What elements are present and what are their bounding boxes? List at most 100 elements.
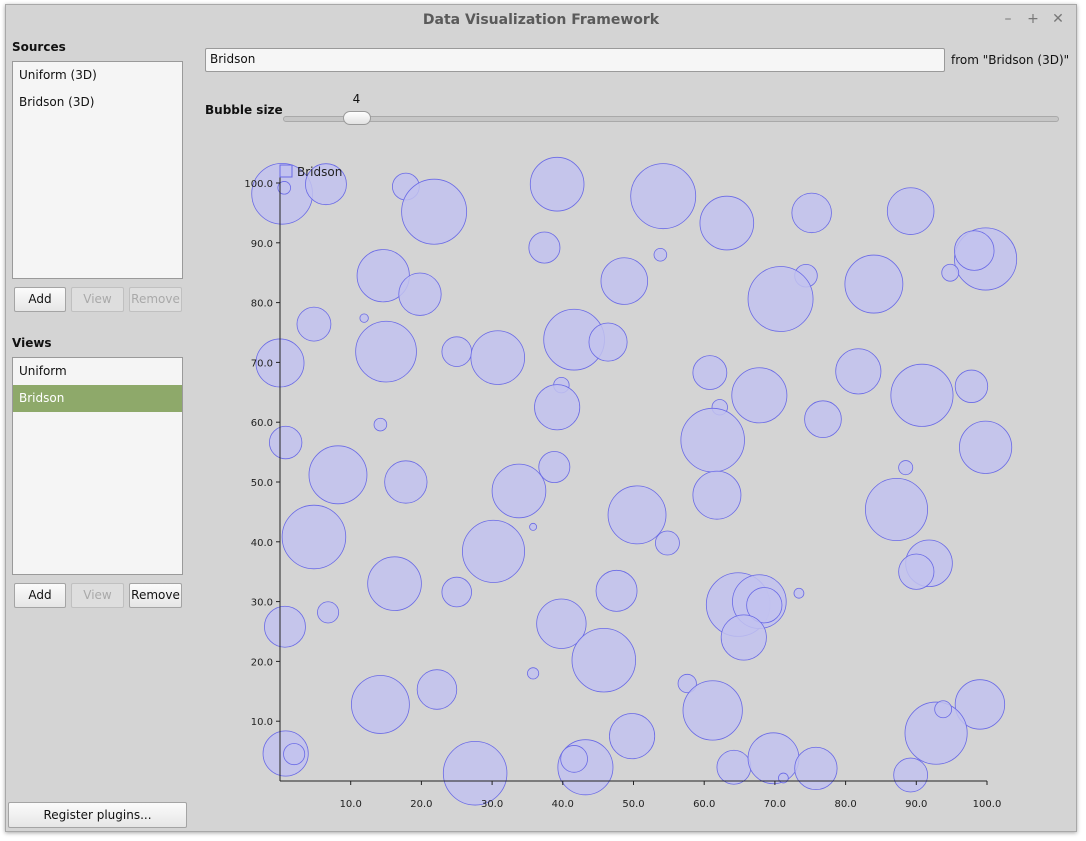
bubble-point — [959, 420, 1013, 474]
bubble-point — [791, 192, 832, 234]
bubble-size-slider-thumb[interactable] — [342, 111, 371, 125]
view-item-bridson[interactable]: Bridson — [13, 385, 182, 412]
bubble-point — [954, 230, 995, 271]
source-item-bridson[interactable]: Bridson (3D) — [13, 89, 182, 116]
x-tick-label: 100.0 — [973, 799, 1002, 810]
bubble-point — [529, 156, 585, 212]
bubble-size-label: Bubble size — [205, 103, 283, 117]
bubble-point — [835, 348, 882, 395]
bubble-point — [529, 522, 538, 531]
sources-add-button[interactable]: Add — [14, 287, 66, 312]
bubble-point — [898, 460, 914, 476]
bubble-point — [538, 451, 571, 484]
y-tick-label: 30.0 — [251, 598, 273, 609]
bubble-point — [527, 667, 540, 680]
bubble-point — [711, 399, 728, 416]
bubble-point — [705, 572, 771, 637]
bubble-point — [441, 576, 472, 608]
views-list[interactable]: Uniform Bridson — [12, 357, 183, 575]
view-name-input[interactable]: Bridson — [205, 48, 945, 72]
views-add-button[interactable]: Add — [14, 583, 66, 608]
bubble-point — [441, 336, 472, 367]
bubble-point — [262, 730, 309, 777]
bubble-size-value: 4 — [352, 92, 361, 106]
bubble-point — [595, 569, 638, 612]
y-tick-label: 40.0 — [251, 538, 273, 549]
bubble-point — [588, 322, 628, 362]
app-window: Data Visualization Framework – + ✕ Sourc… — [5, 4, 1077, 832]
bubble-point — [747, 266, 814, 332]
bubble-point — [794, 746, 838, 791]
y-tick-label: 60.0 — [251, 418, 273, 429]
bubble-point — [954, 369, 989, 403]
bubble-point — [954, 679, 1006, 730]
window-title: Data Visualization Framework — [422, 12, 660, 28]
close-icon[interactable]: ✕ — [1049, 10, 1067, 28]
x-tick-label: 40.0 — [552, 799, 574, 810]
title-bar[interactable]: Data Visualization Framework – + ✕ — [6, 5, 1076, 35]
y-tick-label: 100.0 — [244, 179, 273, 190]
legend-swatch — [279, 164, 293, 178]
bubble-point — [534, 384, 581, 431]
bubble-point — [655, 530, 680, 556]
bubble-size-slider-track[interactable] — [283, 116, 1059, 122]
bubble-point — [720, 614, 767, 661]
bubble-point — [905, 539, 953, 588]
bubble-point — [934, 700, 953, 719]
bubble-point — [264, 605, 306, 648]
view-item-uniform[interactable]: Uniform — [13, 358, 182, 385]
x-tick-label: 10.0 — [340, 799, 362, 810]
x-tick-label: 80.0 — [834, 799, 856, 810]
bubble-point — [543, 308, 605, 371]
bubble-point — [277, 181, 292, 195]
bubble-point — [308, 445, 368, 505]
bubble-point — [898, 553, 935, 590]
bubble-point — [692, 470, 742, 520]
bubble-point — [630, 163, 697, 230]
bubble-point — [732, 574, 787, 629]
maximize-icon[interactable]: + — [1024, 10, 1042, 28]
legend-label: Bridson — [297, 165, 342, 179]
bubble-point — [653, 247, 668, 262]
register-plugins-button[interactable]: Register plugins... — [8, 802, 187, 828]
bubble-point — [886, 187, 935, 235]
bubble-point — [491, 463, 547, 519]
x-tick-label: 90.0 — [905, 799, 927, 810]
bubble-point — [553, 376, 570, 394]
bubble-point — [367, 556, 422, 611]
bubble-point — [528, 231, 561, 264]
bubble-point — [600, 257, 649, 305]
sources-list[interactable]: Uniform (3D) Bridson (3D) — [12, 61, 183, 279]
bubble-point — [893, 757, 929, 793]
views-label: Views — [12, 336, 52, 350]
bubble-point — [557, 739, 614, 796]
bubble-point — [351, 675, 410, 734]
bubble-point — [699, 195, 755, 251]
bubble-point — [844, 254, 904, 314]
y-tick-label: 70.0 — [251, 358, 273, 369]
sources-remove-button[interactable]: Remove — [129, 287, 182, 312]
y-tick-label: 10.0 — [251, 717, 273, 728]
bubble-point — [305, 163, 347, 206]
views-remove-button[interactable]: Remove — [129, 583, 182, 608]
sources-view-button[interactable]: View — [71, 287, 124, 312]
source-item-uniform[interactable]: Uniform (3D) — [13, 62, 182, 89]
bubble-point — [296, 306, 332, 342]
bubble-point — [392, 172, 420, 201]
bubble-point — [954, 227, 1018, 291]
bubble-point — [416, 669, 458, 710]
bubble-point — [904, 701, 968, 765]
bubble-point — [680, 407, 745, 473]
bubble-point — [804, 400, 842, 438]
minimize-icon[interactable]: – — [999, 10, 1017, 28]
bubble-point — [571, 627, 637, 693]
views-view-button[interactable]: View — [71, 583, 124, 608]
bubble-point — [384, 460, 428, 504]
y-tick-label: 80.0 — [251, 299, 273, 310]
source-origin-label: from "Bridson (3D)" — [951, 53, 1070, 67]
bubble-point — [716, 749, 752, 785]
bubble-point — [251, 162, 313, 225]
x-tick-label: 20.0 — [410, 799, 432, 810]
x-tick-label: 30.0 — [481, 799, 503, 810]
bubble-point — [746, 587, 783, 624]
